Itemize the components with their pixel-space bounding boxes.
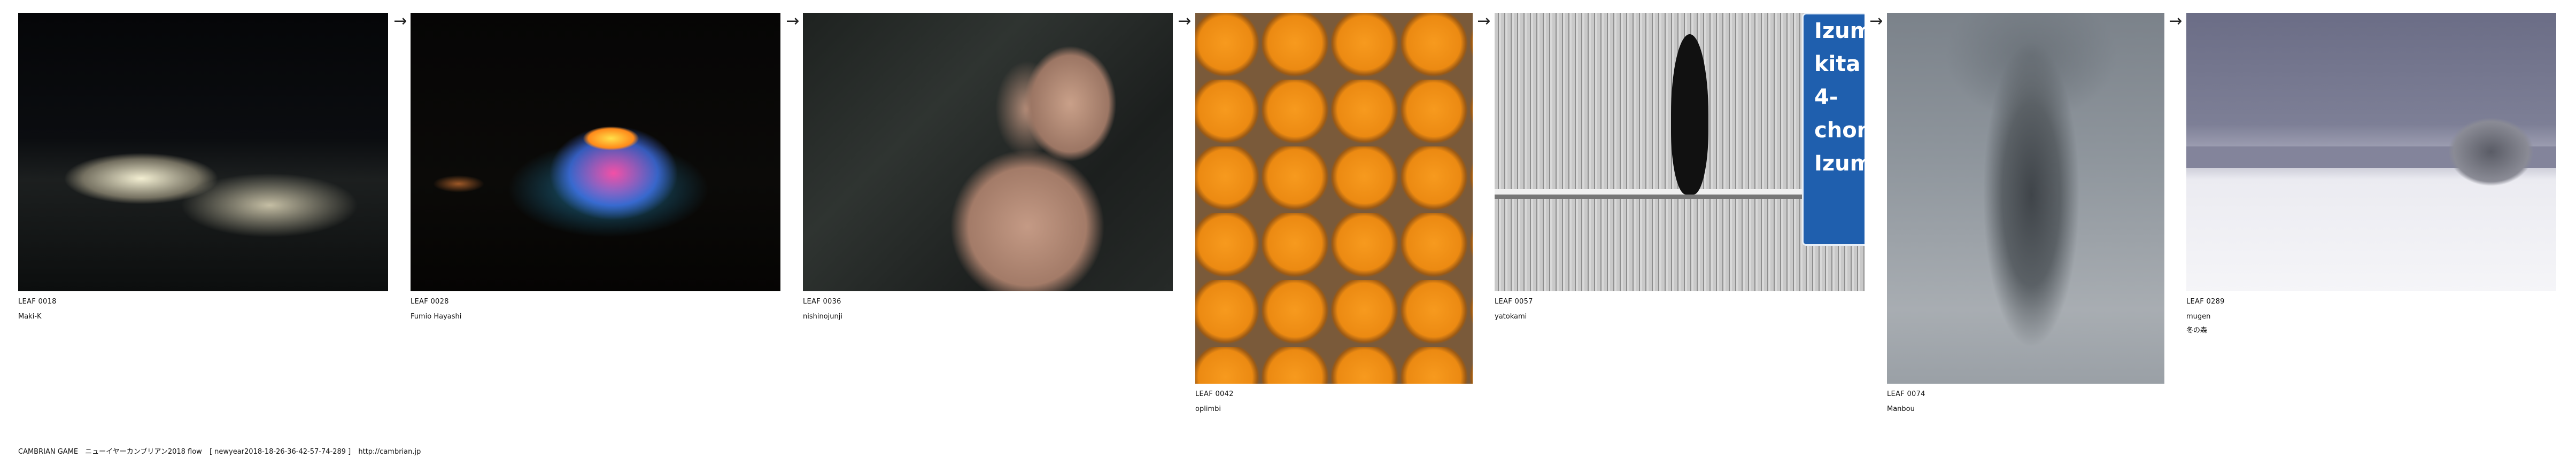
leaf-id: LEAF 0028 [411,298,449,306]
footer-title: CAMBRIAN GAME ニューイヤーカンブリアン2018 flow [18,448,202,456]
footer-session: [ newyear2018-18-26-36-42-57-74-289 ] [209,448,351,456]
leaf-id: LEAF 0057 [1495,298,1533,306]
flow-arrow-icon: → [1178,12,1192,30]
sign-text: 4-chom [1814,85,1865,143]
leaf-author: Fumio Hayashi [411,313,462,321]
leaf-photo[interactable] [18,13,388,291]
leaf-author: nishinojunji [803,313,842,321]
leaf-id: LEAF 0018 [18,298,57,306]
leaf-photo[interactable] [2186,13,2556,291]
leaf-author: Maki-K [18,313,42,321]
flow-arrow-icon: → [393,12,407,30]
leaf-card[interactable]: Izumich kita 4-chom Izumi LEAF 0057 yato… [1495,13,1865,321]
flow-arrow-icon: → [786,12,800,30]
pole-seam [1671,34,1708,195]
leaf-title: 冬の森 [2186,327,2208,335]
leaf-card[interactable]: LEAF 0289 mugen 冬の森 [2186,13,2556,335]
sign-text: Izumi [1814,151,1865,176]
leaf-card[interactable]: LEAF 0018 Maki-K [18,13,388,321]
leaf-author: mugen [2186,313,2211,321]
leaf-card[interactable]: LEAF 0042 oplimbi [1195,13,1473,414]
leaf-photo[interactable] [1195,13,1473,384]
leaf-photo[interactable] [1887,13,2164,384]
leaf-author: Manbou [1887,405,1915,413]
leaf-id: LEAF 0036 [803,298,841,306]
leaf-id: LEAF 0074 [1887,390,1925,398]
leaf-photo[interactable] [411,13,780,291]
flow-arrow-icon: → [2169,12,2183,30]
leaf-id: LEAF 0289 [2186,298,2225,306]
leaf-card[interactable]: LEAF 0074 Manbou [1887,13,2164,414]
leaf-id: LEAF 0042 [1195,390,1234,398]
leaf-photo[interactable] [803,13,1173,291]
footer: CAMBRIAN GAME ニューイヤーカンブリアン2018 flow [ ne… [18,448,426,456]
leaf-author: oplimbi [1195,405,1221,413]
leaf-photo[interactable]: Izumich kita 4-chom Izumi [1495,13,1865,291]
sign-text: Izumich [1814,19,1865,43]
leaf-author: yatokami [1495,313,1527,321]
footer-link[interactable]: http://cambrian.jp [358,448,421,456]
leaf-card[interactable]: LEAF 0036 nishinojunji [803,13,1173,321]
sign-text: kita [1814,52,1861,76]
flow-arrow-icon: → [1477,12,1491,30]
leaf-card[interactable]: LEAF 0028 Fumio Hayashi [411,13,780,321]
flow-arrow-icon: → [1869,12,1883,30]
street-sign: Izumich kita 4-chom Izumi [1802,13,1865,246]
